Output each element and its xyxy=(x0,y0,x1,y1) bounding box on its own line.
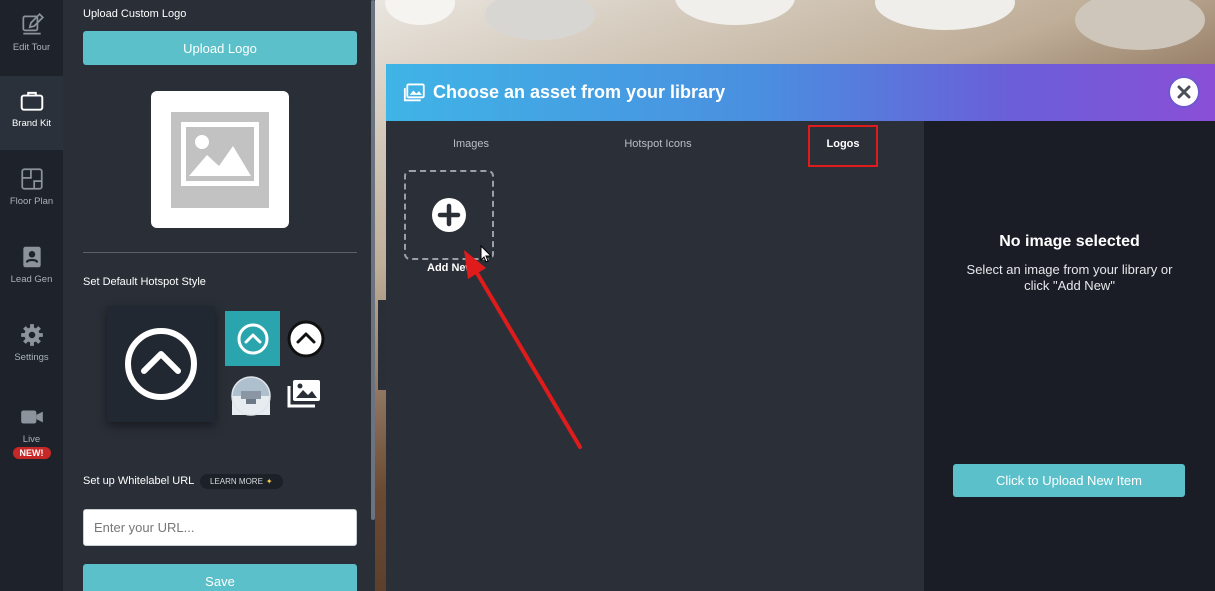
rail-item-live[interactable]: Live NEW! xyxy=(0,392,63,466)
hotspot-style-option-photo[interactable] xyxy=(231,376,271,416)
rail-item-label: Lead Gen xyxy=(10,274,53,285)
panorama-sphere-icon xyxy=(231,376,271,416)
save-button[interactable]: Save xyxy=(83,564,357,591)
rail-item-label: Brand Kit xyxy=(11,118,52,129)
rail-item-lead-gen[interactable]: Lead Gen xyxy=(0,232,63,306)
learn-more-label: LEARN MORE xyxy=(210,477,263,486)
brand-kit-panel: Upload Custom Logo Upload Logo Set Defau… xyxy=(63,0,375,591)
asset-preview-pane: No image selected Select an image from y… xyxy=(924,121,1215,591)
upload-new-item-button[interactable]: Click to Upload New Item xyxy=(953,464,1185,497)
hotspot-style-option-selected[interactable] xyxy=(225,311,280,366)
tab-hotspot-icons[interactable]: Hotspot Icons xyxy=(608,121,708,167)
no-image-title: No image selected xyxy=(999,233,1140,250)
tab-images[interactable]: Images xyxy=(431,121,511,167)
gear-icon xyxy=(20,324,43,346)
close-button[interactable] xyxy=(1168,76,1200,108)
chevron-up-circle-icon xyxy=(125,328,197,400)
learn-more-badge[interactable]: LEARN MORE ✦ xyxy=(200,474,283,489)
modal-title: Choose an asset from your library xyxy=(433,82,726,102)
edit-icon xyxy=(21,12,44,35)
rail-item-edit-tour[interactable]: Edit Tour xyxy=(0,0,63,74)
image-gallery-icon xyxy=(403,83,425,101)
briefcase-icon xyxy=(20,91,43,111)
contact-book-icon xyxy=(22,246,41,268)
hotspot-preview xyxy=(107,306,215,422)
image-placeholder-icon xyxy=(171,111,269,208)
add-new-label: Add New xyxy=(427,262,475,274)
chevron-up-circle-icon xyxy=(287,320,325,358)
sparkle-icon: ✦ xyxy=(265,477,273,486)
section-divider xyxy=(83,252,357,253)
rail-item-label: Edit Tour xyxy=(12,42,51,53)
new-badge: NEW! xyxy=(12,447,51,459)
upload-logo-button[interactable]: Upload Logo xyxy=(83,31,357,65)
app-window: Edit Tour Brand Kit Floor Plan Lead Gen … xyxy=(0,0,1215,591)
upload-logo-heading: Upload Custom Logo xyxy=(83,8,187,20)
image-gallery-icon xyxy=(287,380,320,408)
hotspot-style-heading: Set Default Hotspot Style xyxy=(83,276,206,288)
rail-item-label: Floor Plan xyxy=(9,196,54,207)
asset-tabs: Images Hotspot Icons Logos xyxy=(386,121,924,167)
asset-library-modal: Choose an asset from your library Images… xyxy=(386,64,1215,591)
add-new-asset-button[interactable] xyxy=(404,170,494,260)
hotspot-style-option-custom-image[interactable] xyxy=(286,378,322,410)
logo-placeholder[interactable] xyxy=(151,91,289,228)
whitelabel-url-input[interactable] xyxy=(83,509,357,546)
video-camera-icon xyxy=(20,410,43,424)
hotspot-style-option-dark[interactable] xyxy=(286,319,326,359)
chevron-up-circle-icon xyxy=(237,323,268,354)
rail-item-settings[interactable]: Settings xyxy=(0,310,63,384)
plus-circle-icon xyxy=(432,198,466,232)
annotation-highlight-box xyxy=(808,125,878,167)
rail-item-label: Live xyxy=(22,434,41,445)
sidebar-rail: Edit Tour Brand Kit Floor Plan Lead Gen … xyxy=(0,0,63,591)
rail-item-floor-plan[interactable]: Floor Plan xyxy=(0,154,63,228)
rail-item-label: Settings xyxy=(14,352,49,363)
modal-header: Choose an asset from your library xyxy=(386,64,1215,121)
no-image-subtitle: Select an image from your library or cli… xyxy=(966,262,1173,293)
close-icon xyxy=(1177,85,1191,99)
floor-plan-icon xyxy=(20,168,43,190)
whitelabel-heading: Set up Whitelabel URL xyxy=(83,475,195,487)
rail-item-brand-kit[interactable]: Brand Kit xyxy=(0,76,63,150)
panel-collapse-handle[interactable] xyxy=(378,300,386,390)
